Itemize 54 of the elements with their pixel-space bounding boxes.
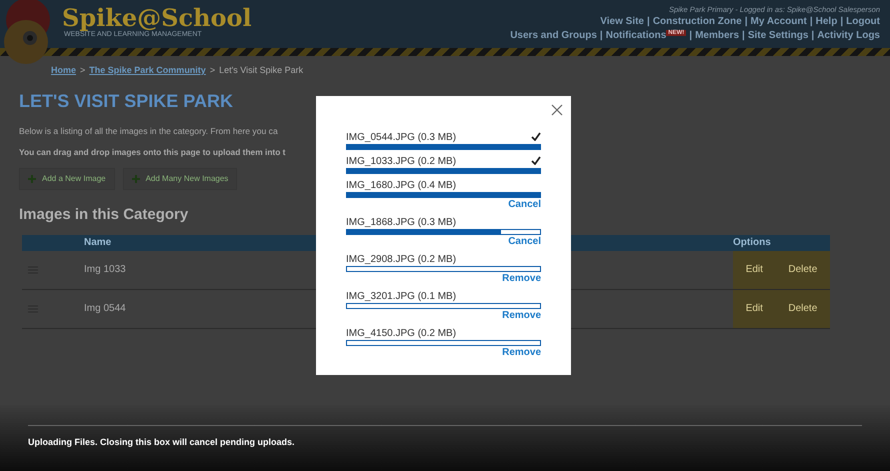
close-icon	[551, 104, 563, 116]
breadcrumb-link[interactable]: Home	[51, 65, 76, 75]
file-action-link[interactable]: Cancel	[346, 236, 541, 248]
file-action-link[interactable]: Remove	[346, 273, 541, 285]
logo-title[interactable]: Spike@School	[62, 6, 252, 30]
nav-link[interactable]: My Account	[750, 16, 807, 28]
file-action-link[interactable]: Remove	[346, 310, 541, 322]
nav-link[interactable]: Construction Zone	[652, 16, 742, 28]
plus-icon	[132, 175, 140, 183]
file-action-link[interactable]: Cancel	[346, 199, 541, 211]
file-action-link[interactable]: Remove	[346, 347, 541, 359]
separator: |	[647, 16, 650, 28]
row-action-link[interactable]: Delete	[788, 262, 818, 277]
status-message: Uploading Files. Closing this box will cancel pending uploads.	[28, 436, 296, 449]
separator: |	[742, 30, 745, 42]
section-title: Images in this Category	[19, 205, 188, 225]
file-name: IMG_4150.JPG (0.2 MB)	[346, 328, 456, 340]
breadcrumb-separator: >	[210, 65, 216, 75]
nav-link[interactable]: Activity Logs	[817, 30, 880, 42]
plus-icon	[28, 175, 36, 183]
add-button[interactable]: Add a New Image	[19, 168, 115, 190]
page-title: LET'S VISIT SPIKE PARK	[19, 90, 233, 112]
row-action-link[interactable]: Edit	[746, 262, 763, 277]
file-name: IMG_3201.JPG (0.1 MB)	[346, 291, 456, 303]
nav-link[interactable]: Help	[816, 16, 838, 28]
drag-drop-note: You can drag and drop images onto this page to upload them into t	[19, 146, 286, 159]
separator: |	[689, 30, 692, 42]
row-action-link[interactable]: Edit	[746, 301, 763, 316]
breadcrumb-link[interactable]: The Spike Park Community	[89, 65, 206, 75]
file-name: IMG_1680.JPG (0.4 MB)	[346, 180, 456, 192]
breadcrumb-separator: >	[80, 65, 86, 75]
separator: |	[811, 30, 814, 42]
file-name: IMG_0544.JPG (0.3 MB)	[346, 132, 456, 144]
separator: |	[600, 30, 603, 42]
table-cell-text: Img 0544	[84, 302, 126, 316]
separator: |	[810, 16, 813, 28]
column-header: Name	[84, 236, 112, 250]
row-action-link[interactable]: Delete	[788, 301, 818, 316]
separator: |	[744, 16, 748, 28]
file-name: IMG_2908.JPG (0.2 MB)	[346, 254, 456, 266]
nav-link[interactable]: Members	[695, 30, 739, 42]
column-header: Options	[733, 236, 771, 250]
nav-link[interactable]: Site Settings	[748, 30, 808, 42]
file-name: IMG_1868.JPG (0.3 MB)	[346, 217, 456, 229]
intro-text: Below is a listing of all the images in the category. From here you ca	[19, 124, 278, 138]
add-button[interactable]: Add Many New Images	[122, 168, 238, 190]
file-name: IMG_1033.JPG (0.2 MB)	[346, 156, 456, 168]
nav-link[interactable]: View Site	[600, 16, 644, 28]
table-cell-text: Img 1033	[84, 263, 126, 277]
nav-link[interactable]: Users and Groups	[510, 30, 597, 42]
nav-link[interactable]: Notifications	[606, 30, 666, 42]
breadcrumb-current: Let's Visit Spike Park	[219, 65, 304, 75]
separator: |	[840, 16, 844, 28]
nav-link[interactable]: Logout	[846, 16, 880, 28]
